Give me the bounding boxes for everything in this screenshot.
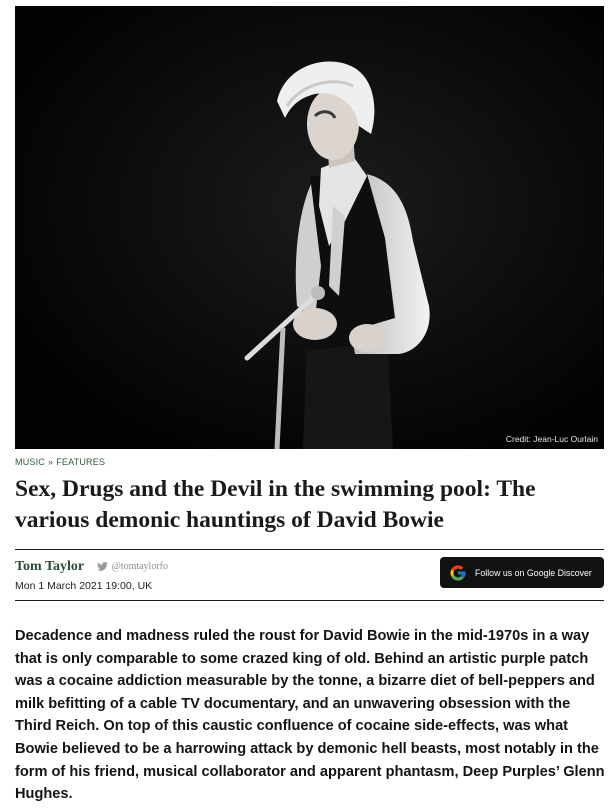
breadcrumb-features-link[interactable]: FEATURES [56,457,105,467]
byline-bottom-divider [15,600,604,601]
breadcrumb-music-link[interactable]: MUSIC [15,457,45,467]
google-g-icon [450,565,466,580]
photo-credit: Credit: Jean-Luc Ourlain [503,433,600,445]
article-headline: Sex, Drugs and the Devil in the swimming… [15,476,536,533]
follow-button-label: Follow us on Google Discover [475,567,592,578]
hero-photo: Credit: Jean-Luc Ourlain [15,6,604,449]
twitter-icon [96,562,108,572]
byline-top-divider [15,549,604,550]
author-link[interactable]: Tom Taylor [15,559,84,575]
follow-google-discover-button[interactable]: Follow us on Google Discover [440,557,604,588]
twitter-handle: @tomtaylorfo [111,561,168,573]
twitter-handle-link[interactable]: @tomtaylorfo [96,561,168,573]
byline: Tom Taylor @tomtaylorfo Mon 1 March 2021… [15,558,168,592]
article-lede: Decadence and madness ruled the roust fo… [15,628,605,803]
breadcrumb: MUSIC» FEATURES [15,457,105,467]
hero-image [15,6,604,449]
breadcrumb-separator: » [48,457,54,467]
publish-date: Mon 1 March 2021 19:00, UK [15,580,153,592]
